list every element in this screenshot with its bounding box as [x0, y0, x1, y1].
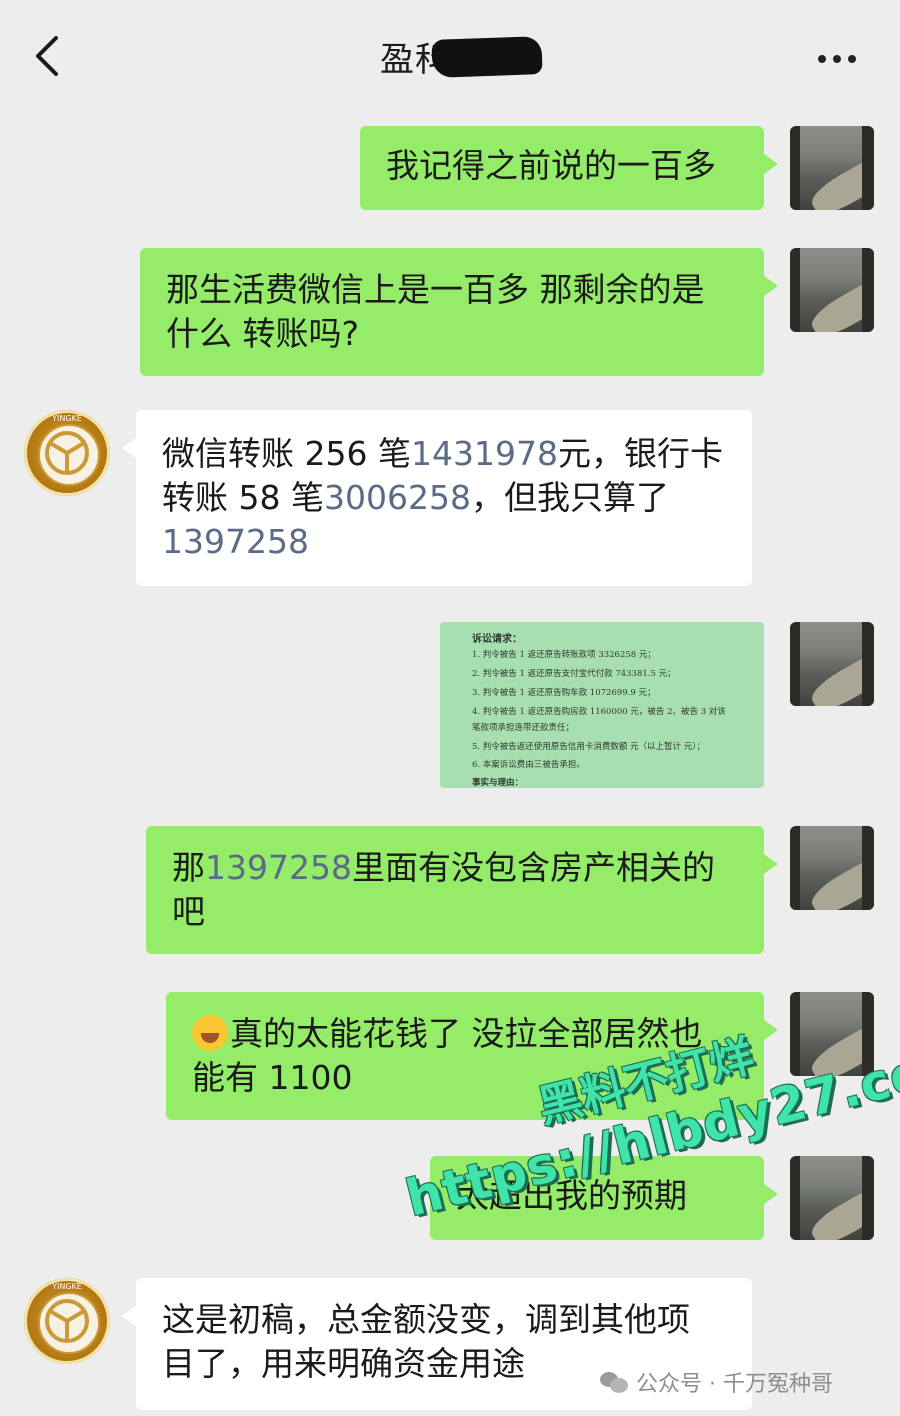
amount-link[interactable]: 1397258 [205, 848, 352, 887]
redaction-mark [431, 36, 543, 78]
amount-link[interactable]: 1431978 [411, 434, 558, 473]
doc-line: 事实与理由： [472, 778, 524, 788]
doc-line: 笔款项承担连带还款责任； [472, 723, 575, 733]
wechat-icon [600, 1370, 630, 1394]
amount-link[interactable]: 3006258 [324, 478, 471, 517]
source-text: 公众号 · 千万冤种哥 [636, 1372, 833, 1397]
doc-line: 1. 判令被告 1 返还原告转账款项 3326258 元； [472, 650, 656, 660]
message-bubble[interactable]: 我记得之前说的一百多 [360, 126, 778, 210]
chat-header: 盈科律师 [0, 0, 900, 110]
user-avatar[interactable] [790, 826, 874, 910]
firm-logo-text: YINGKE [52, 414, 82, 423]
doc-line: 4. 判令被告 1 返还原告购房款 1160000 元，被告 2、被告 3 对该 [472, 707, 726, 717]
logo-icon [45, 431, 89, 475]
user-avatar[interactable] [790, 1156, 874, 1240]
logo-icon [45, 1299, 89, 1343]
document-image[interactable]: 诉讼请求： 1. 判令被告 1 返还原告转账款项 3326258 元； 2. 判… [440, 622, 764, 788]
firm-logo-text: YINGKE [52, 1282, 82, 1291]
message-line: 1397258 [162, 520, 726, 564]
message-text: 什么 转账吗? [166, 314, 360, 353]
user-avatar[interactable] [790, 126, 874, 210]
message-line: 那1397258里面有没包含房产相关的 [172, 848, 715, 887]
doc-line: 6. 本案诉讼费由三被告承担。 [472, 760, 585, 770]
message-text: 这是初稿，总金额没变，调到其他项 [162, 1300, 690, 1339]
lawyer-avatar[interactable]: YINGKE [24, 410, 110, 496]
user-avatar[interactable] [790, 248, 874, 332]
message-text: 吧 [172, 892, 205, 931]
doc-line: 5. 判令被告返还使用原告信用卡消费数额 元（以上暂计 元）； [472, 742, 705, 752]
doc-line: 2. 判令被告 1 返还原告支付宝代付款 743381.5 元； [472, 669, 676, 679]
doc-line: 3. 判令被告 1 返还原告购车款 1072699.9 元； [472, 688, 656, 698]
laughing-crying-emoji-icon [192, 1015, 228, 1051]
message-text: 那生活费微信上是一百多 那剩余的是 [166, 270, 705, 309]
amount-link[interactable]: 1397258 [162, 522, 309, 561]
doc-title: 诉讼请求： [472, 634, 522, 645]
source-watermark: 公众号 · 千万冤种哥 [600, 1366, 833, 1398]
message-bubble[interactable]: 微信转账 256 笔1431978元，银行卡 转账 58 笔3006258，但我… [122, 410, 752, 586]
message-text: 我记得之前说的一百多 [386, 146, 716, 185]
message-line: 微信转账 256 笔1431978元，银行卡 [162, 434, 723, 473]
more-dots-icon[interactable] [818, 48, 866, 63]
user-avatar[interactable] [790, 622, 874, 706]
lawyer-avatar[interactable]: YINGKE [24, 1278, 110, 1364]
message-bubble[interactable]: 那生活费微信上是一百多 那剩余的是 什么 转账吗? [140, 248, 778, 376]
message-bubble[interactable]: 那1397258里面有没包含房产相关的 吧 [146, 826, 778, 954]
message-line: 转账 58 笔3006258，但我只算了 [162, 478, 669, 517]
chevron-left-icon[interactable] [28, 34, 68, 78]
